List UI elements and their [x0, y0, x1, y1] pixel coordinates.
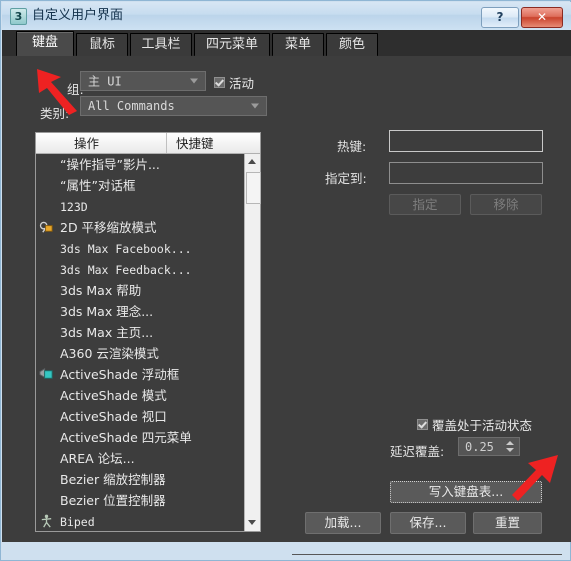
column-header-shortcut[interactable]: 快捷键: [176, 135, 214, 152]
list-items: “操作指导”影片... “属性”对话框 123D 2D 平移缩放模式 3ds Max F…: [36, 154, 244, 531]
list-item-label: Bezier 缩放控制器: [60, 472, 166, 487]
section-divider: [292, 554, 562, 555]
tab-3[interactable]: 四元菜单: [194, 33, 270, 56]
list-item-label: 2D 平移缩放模式: [60, 220, 157, 235]
caret-up-icon: [248, 159, 256, 164]
lock-icon: [39, 221, 53, 233]
list-item[interactable]: 3ds Max 理念...: [36, 301, 244, 322]
delay-override-value: 0.25: [465, 439, 494, 454]
load-button[interactable]: 加载...: [305, 512, 381, 534]
keyboard-tab-panel: 组: 主 UI 活动 类别: All Commands 操作 快捷键 “操作指导…: [2, 56, 571, 555]
list-item[interactable]: 2D 平移缩放模式: [36, 217, 244, 238]
list-item[interactable]: Biped: [36, 511, 244, 531]
list-item-label: 3ds Max Feedback...: [60, 263, 192, 277]
list-item-label: ActiveShade 浮动框: [60, 367, 180, 382]
group-active-label: 活动: [229, 76, 255, 91]
shade-icon: [39, 368, 53, 379]
list-header: 操作 快捷键: [36, 133, 260, 154]
shade-icon: [39, 367, 54, 382]
category-combo-value: All Commands: [88, 99, 175, 113]
assigned-label: 指定到:: [325, 171, 367, 186]
category-combo[interactable]: All Commands: [80, 96, 267, 116]
list-item[interactable]: ActiveShade 模式: [36, 385, 244, 406]
save-button[interactable]: 保存...: [390, 512, 466, 534]
list-item[interactable]: ActiveShade 浮动框: [36, 364, 244, 385]
write-keyboard-chart-button[interactable]: 写入键盘表...: [390, 481, 542, 503]
tab-1[interactable]: 鼠标: [76, 33, 128, 56]
delay-override-label: 延迟覆盖:: [390, 444, 445, 459]
assigned-to-input: [389, 162, 543, 184]
scrollbar-thumb[interactable]: [246, 172, 261, 204]
list-item-label: “操作指导”影片...: [60, 157, 160, 172]
tab-2[interactable]: 工具栏: [130, 33, 192, 56]
list-item[interactable]: 3ds Max 主页...: [36, 322, 244, 343]
list-scrollbar[interactable]: [244, 154, 261, 531]
help-button[interactable]: ?: [481, 7, 519, 28]
list-item[interactable]: A360 云渲染模式: [36, 343, 244, 364]
header-divider: [166, 133, 167, 153]
spinner-down-icon[interactable]: [506, 448, 514, 452]
list-item[interactable]: 3ds Max Facebook...: [36, 238, 244, 259]
list-item[interactable]: “操作指导”影片...: [36, 154, 244, 175]
list-item-label: 3ds Max 主页...: [60, 325, 154, 340]
override-active-label: 覆盖处于活动状态: [432, 418, 533, 433]
list-item[interactable]: 3ds Max 帮助: [36, 280, 244, 301]
title-bar: 3 自定义用户界面 ? ✕: [2, 2, 571, 31]
hotkey-input[interactable]: [389, 130, 543, 152]
biped-icon: [41, 514, 52, 528]
list-item-label: 3ds Max 理念...: [60, 304, 154, 319]
assign-button[interactable]: 指定: [389, 194, 461, 215]
list-item[interactable]: 123D: [36, 196, 244, 217]
chevron-down-icon: [251, 103, 259, 109]
delay-override-spinner[interactable]: 0.25: [458, 437, 520, 456]
list-item[interactable]: Bezier 缩放控制器: [36, 469, 244, 490]
biped-icon: [39, 514, 54, 529]
list-item-label: “属性”对话框: [60, 178, 136, 193]
lock-icon: [39, 220, 54, 235]
action-list[interactable]: 操作 快捷键 “操作指导”影片... “属性”对话框 123D 2D 平移缩放模式 3d…: [35, 132, 261, 532]
scroll-down-button[interactable]: [245, 515, 260, 531]
list-item-label: ActiveShade 模式: [60, 388, 167, 403]
column-header-action[interactable]: 操作: [74, 135, 99, 152]
reset-button[interactable]: 重置: [473, 512, 542, 534]
list-item-label: A360 云渲染模式: [60, 346, 159, 361]
list-item-label: 3ds Max Facebook...: [60, 242, 192, 256]
tab-0[interactable]: 键盘: [16, 31, 74, 56]
remove-button[interactable]: 移除: [470, 194, 542, 215]
tab-4[interactable]: 菜单: [272, 33, 324, 56]
list-item-label: Bezier 位置控制器: [60, 493, 166, 508]
hotkey-label: 热键:: [337, 139, 367, 154]
app-icon: 3: [10, 8, 27, 25]
list-item-label: Biped: [60, 515, 95, 529]
tab-bar: 键盘 鼠标 工具栏 四元菜单 菜单 颜色: [2, 30, 571, 57]
list-item[interactable]: AREA 论坛...: [36, 448, 244, 469]
group-combo[interactable]: 主 UI: [80, 71, 206, 91]
list-item-label: ActiveShade 四元菜单: [60, 430, 192, 445]
list-item[interactable]: ActiveShade 四元菜单: [36, 427, 244, 448]
close-button[interactable]: ✕: [521, 7, 563, 28]
list-item-label: ActiveShade 视口: [60, 409, 167, 424]
group-active-checkbox[interactable]: 活动: [214, 73, 254, 92]
list-item-label: 3ds Max 帮助: [60, 283, 142, 298]
checkbox-box: [417, 419, 428, 430]
scroll-up-button[interactable]: [245, 154, 260, 170]
group-combo-value: 主 UI: [88, 74, 122, 89]
list-item[interactable]: 3ds Max Feedback...: [36, 259, 244, 280]
list-item-label: AREA 论坛...: [60, 451, 135, 466]
chevron-down-icon: [190, 78, 198, 84]
spinner-up-icon[interactable]: [506, 441, 514, 445]
checkbox-box: [214, 77, 225, 88]
list-item[interactable]: Bezier 位置控制器: [36, 490, 244, 511]
list-item-label: 123D: [60, 200, 88, 214]
caret-down-icon: [248, 520, 256, 525]
tab-5[interactable]: 颜色: [326, 33, 378, 56]
list-item[interactable]: “属性”对话框: [36, 175, 244, 196]
customize-ui-dialog: 3 自定义用户界面 ? ✕ 键盘 鼠标 工具栏 四元菜单 菜单 颜色 组: 主 UI 活动…: [0, 0, 571, 561]
list-item[interactable]: ActiveShade 视口: [36, 406, 244, 427]
window-title: 自定义用户界面: [32, 8, 124, 23]
category-label: 类别:: [40, 106, 70, 121]
override-active-checkbox[interactable]: 覆盖处于活动状态: [417, 415, 532, 434]
